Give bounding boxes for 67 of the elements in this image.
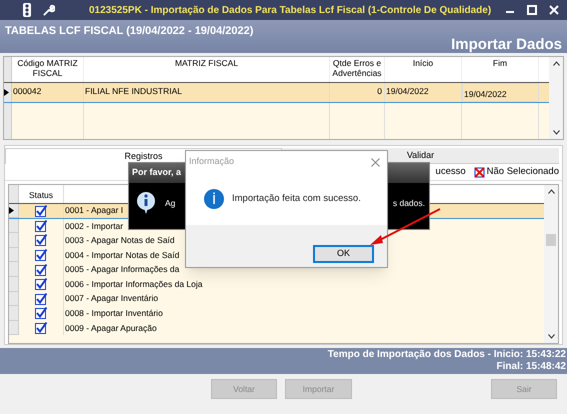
window-title: 0123525PK - Importação de Dados Para Tabelas Lcf Fiscal (1-Controle De Qualidade) (89, 4, 492, 18)
column-header: Início (385, 57, 462, 82)
vertical-scrollbar[interactable] (549, 57, 563, 139)
table-cell: 0009 - Apagar Apuração (64, 322, 157, 334)
column-header: Fim (462, 57, 539, 82)
info-icon (204, 189, 224, 209)
scroll-down-icon[interactable] (548, 334, 554, 339)
row-header[interactable] (4, 83, 12, 102)
dialog-text: Ag (165, 197, 176, 210)
column-header: Status (19, 185, 64, 203)
header-subtitle: Importar Dados (451, 36, 562, 52)
scroll-thumb[interactable] (546, 234, 556, 246)
scroll-up-icon[interactable] (548, 189, 554, 194)
scroll-up-icon[interactable] (552, 61, 560, 66)
table-cell: 0002 - Importar (64, 220, 124, 232)
table-row[interactable]: 0003 - Apagar Notas de Saíd (9, 233, 544, 248)
corner-cell (9, 185, 19, 203)
cross-checkbox-icon (474, 166, 485, 178)
table-cell: FILIAL NFE INDUSTRIAL (84, 83, 330, 102)
checked-checkbox-icon[interactable] (35, 307, 47, 320)
vertical-scrollbar[interactable] (544, 185, 558, 343)
checked-checkbox-icon[interactable] (35, 249, 47, 262)
info-bubble-icon (135, 191, 157, 215)
checked-checkbox-icon[interactable] (35, 322, 47, 334)
column-header: MATRIZ FISCAL (84, 57, 330, 82)
checked-checkbox-icon[interactable] (35, 204, 47, 217)
status-text: Final: 15:48:42 (496, 361, 566, 373)
table-cell: 0008 - Importar Inventário (64, 307, 163, 320)
checked-checkbox-icon[interactable] (35, 234, 47, 246)
table-cell: 000042 (12, 83, 84, 102)
scroll-down-icon[interactable] (552, 130, 560, 135)
column-header: Código MATRIZ FISCAL (12, 57, 84, 82)
table-cell: 0001 - Apagar I (64, 204, 124, 218)
table-row[interactable]: 0002 - Importar (9, 218, 544, 234)
column-header: Qtde Erros e Advertências (330, 57, 385, 82)
checked-checkbox-icon[interactable] (35, 220, 47, 232)
row-pointer-icon (4, 89, 9, 96)
legend-label: Não Selecionado (486, 164, 559, 179)
maximize-icon[interactable] (527, 5, 537, 15)
traffic-light-icon[interactable] (20, 3, 34, 17)
ok-button[interactable]: OK (313, 245, 374, 263)
table-cell: 0003 - Apagar Notas de Saíd (64, 234, 175, 247)
legend-label: ucesso (436, 164, 466, 179)
table-cell: 0007 - Apagar Inventário (64, 292, 158, 306)
row-pointer-icon (9, 206, 14, 214)
checked-checkbox-icon[interactable] (35, 292, 47, 305)
table-row[interactable]: 0009 - Apagar Apuração (9, 320, 544, 336)
table-cell: 19/04/2022 (462, 83, 539, 102)
table-row[interactable]: 0006 - Importar Informações da Loja (9, 276, 544, 292)
table-cell: 0004 - Importar Notas de Saíd (64, 248, 180, 262)
table-row[interactable]: 0008 - Importar Inventário (9, 306, 544, 321)
dialog-title: Por favor, a (132, 166, 182, 180)
row-header[interactable] (9, 204, 19, 218)
table-cell: 19/04/2022 (385, 83, 462, 102)
checked-checkbox-icon[interactable] (35, 264, 47, 276)
dialog-text: s dados. (392, 197, 425, 210)
corner-cell (4, 57, 12, 82)
table-row[interactable]: 0007 - Apagar Inventário (9, 292, 544, 306)
status-text: Tempo de Importação dos Dados - Inicio: 15:43:22 (328, 349, 566, 361)
header-title: TABELAS LCF FISCAL (19/04/2022 - 19/04/2022) (5, 24, 254, 39)
table-row[interactable]: 000042 FILIAL NFE INDUSTRIAL 0 19/04/2022 19/04/2022 (4, 83, 549, 103)
table-cell: 0006 - Importar Informações da Loja (64, 278, 202, 291)
dialog-message: Importação feita com sucesso. (232, 192, 361, 206)
table-row[interactable]: 0005 - Apagar Informações da (9, 262, 544, 277)
table-cell: 0 (330, 83, 385, 102)
table-cell: 0005 - Apagar Informações da (64, 263, 180, 276)
checked-checkbox-icon[interactable] (35, 278, 47, 290)
